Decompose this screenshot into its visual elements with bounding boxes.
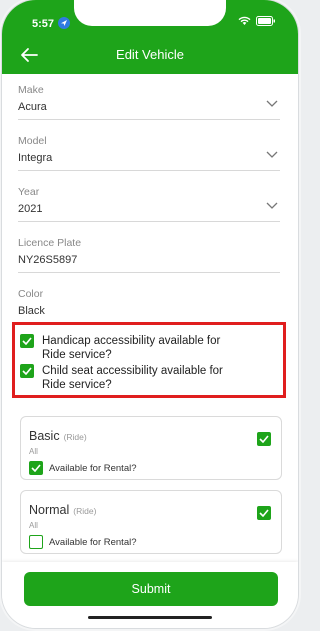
service-name: Basic bbox=[29, 429, 60, 443]
service-sub: All bbox=[29, 521, 38, 530]
handicap-accessibility-option[interactable]: Handicap accessibility available for Rid… bbox=[20, 334, 232, 362]
model-select[interactable]: Model Integra bbox=[18, 135, 280, 171]
licence-plate-value[interactable]: NY26S5897 bbox=[18, 254, 280, 266]
model-value: Integra bbox=[18, 152, 53, 164]
service-card-normal: Normal (Ride) All Available for Rental? bbox=[20, 490, 282, 554]
year-value: 2021 bbox=[18, 203, 43, 215]
service-name: Normal bbox=[29, 503, 70, 517]
make-value: Acura bbox=[18, 101, 47, 113]
status-icons bbox=[238, 16, 276, 26]
normal-rental-checkbox[interactable] bbox=[29, 535, 43, 549]
service-tag: (Ride) bbox=[73, 506, 97, 516]
service-tag: (Ride) bbox=[63, 432, 87, 442]
year-select[interactable]: Year 2021 bbox=[18, 186, 280, 222]
location-arrow-icon bbox=[58, 17, 70, 29]
normal-rental-option[interactable]: Available for Rental? bbox=[29, 535, 137, 549]
field-underline bbox=[18, 272, 280, 273]
make-select[interactable]: Make Acura bbox=[18, 84, 280, 120]
wifi-icon bbox=[238, 16, 251, 25]
licence-plate-field[interactable]: Licence Plate NY26S5897 bbox=[18, 237, 280, 273]
licence-plate-label: Licence Plate bbox=[18, 237, 82, 249]
color-field[interactable]: Color Black bbox=[18, 288, 280, 317]
service-sub: All bbox=[29, 447, 38, 456]
device-notch bbox=[74, 0, 226, 26]
basic-rental-label: Available for Rental? bbox=[49, 462, 137, 474]
service-name-row: Normal (Ride) bbox=[29, 503, 96, 517]
child-seat-label: Child seat accessibility available for R… bbox=[42, 365, 223, 391]
home-indicator bbox=[88, 616, 212, 619]
basic-rental-checkbox[interactable] bbox=[29, 461, 43, 475]
phone-screen: 5:57 Edit Vehicle Make Acura Model Integ… bbox=[2, 0, 298, 628]
color-value[interactable]: Black bbox=[18, 305, 280, 317]
field-underline bbox=[18, 221, 280, 222]
handicap-checkbox[interactable] bbox=[20, 334, 34, 348]
make-label: Make bbox=[18, 84, 44, 96]
basic-rental-option[interactable]: Available for Rental? bbox=[29, 461, 137, 475]
service-card-basic: Basic (Ride) All Available for Rental? bbox=[20, 416, 282, 480]
basic-service-checkbox[interactable] bbox=[257, 432, 271, 446]
field-underline bbox=[18, 119, 280, 120]
service-name-row: Basic (Ride) bbox=[29, 429, 87, 443]
year-label: Year bbox=[18, 186, 40, 198]
submit-button[interactable]: Submit bbox=[24, 572, 278, 606]
chevron-down-icon bbox=[266, 202, 278, 209]
model-label: Model bbox=[18, 135, 47, 147]
normal-rental-label: Available for Rental? bbox=[49, 536, 137, 548]
page-title: Edit Vehicle bbox=[116, 47, 184, 62]
chevron-down-icon bbox=[266, 100, 278, 107]
status-time: 5:57 bbox=[32, 18, 55, 30]
color-label: Color bbox=[18, 288, 44, 300]
field-underline bbox=[18, 170, 280, 171]
child-seat-checkbox[interactable] bbox=[20, 364, 34, 378]
battery-icon bbox=[256, 16, 275, 26]
chevron-down-icon bbox=[266, 151, 278, 158]
handicap-label: Handicap accessibility available for Rid… bbox=[42, 335, 221, 361]
child-seat-accessibility-option[interactable]: Child seat accessibility available for R… bbox=[20, 364, 232, 392]
normal-service-checkbox[interactable] bbox=[257, 506, 271, 520]
